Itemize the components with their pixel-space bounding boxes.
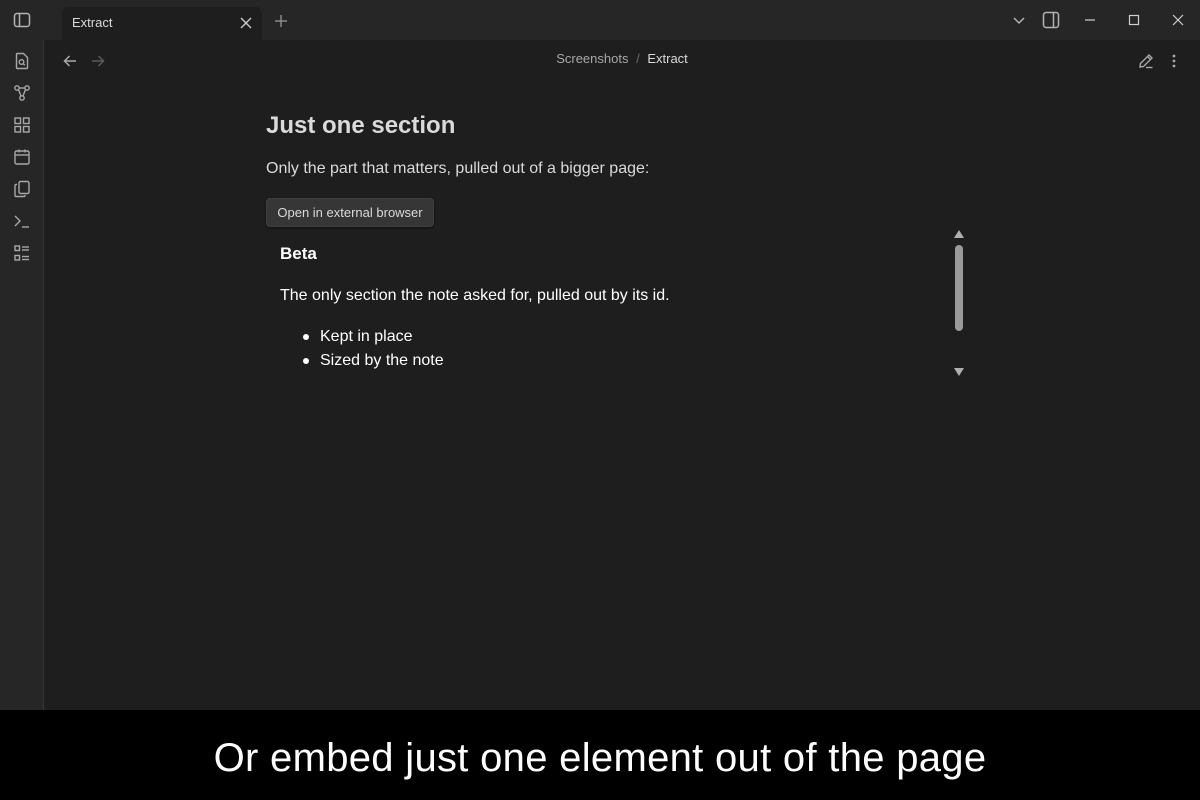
minimize-button[interactable]	[1078, 8, 1102, 32]
tab-close-button[interactable]	[238, 15, 254, 31]
caption-text: Or embed just one element out of the pag…	[213, 736, 987, 780]
blocks-icon	[14, 117, 30, 133]
scroll-down-arrow[interactable]	[954, 367, 964, 377]
triangle-down-icon	[954, 368, 964, 376]
sidebar-right-icon	[1042, 11, 1060, 29]
breadcrumb-separator: /	[636, 51, 640, 66]
more-vertical-icon	[1172, 54, 1176, 68]
ribbon-canvas[interactable]	[10, 113, 34, 137]
graph-icon	[14, 85, 30, 101]
tab-extract[interactable]: Extract	[62, 7, 262, 40]
list-item: Sized by the note	[280, 351, 444, 375]
embedded-element: Beta The only section the note asked for…	[266, 228, 966, 378]
ribbon	[0, 40, 44, 710]
ribbon-outline[interactable]	[10, 241, 34, 265]
ribbon-command-palette[interactable]	[10, 209, 34, 233]
note-pane: Screenshots / Extract Just one section O…	[44, 40, 1200, 710]
embed-scrollbar[interactable]	[952, 228, 966, 378]
right-sidebar-toggle-button[interactable]	[1039, 8, 1063, 32]
embed-paragraph: The only section the note asked for, pul…	[280, 287, 670, 304]
minimize-icon	[1085, 19, 1095, 21]
maximize-icon	[1128, 14, 1140, 26]
file-search-icon	[15, 52, 29, 70]
close-window-button[interactable]	[1166, 8, 1190, 32]
triangle-up-icon	[954, 230, 964, 238]
note-title: Just one section	[266, 112, 456, 139]
terminal-icon	[14, 215, 29, 228]
embed-list: Kept in place Sized by the note	[280, 327, 444, 375]
close-icon	[1172, 14, 1184, 26]
embed-heading: Beta	[280, 244, 317, 263]
chevron-down-icon	[1013, 17, 1025, 25]
breadcrumb: Screenshots / Extract	[44, 51, 1200, 66]
list-icon	[14, 245, 29, 261]
caption-strip: Or embed just one element out of the pag…	[0, 710, 1200, 800]
scroll-up-arrow[interactable]	[954, 229, 964, 239]
copy-icon	[14, 180, 30, 198]
sidebar-icon	[13, 12, 31, 28]
close-icon	[240, 17, 252, 29]
maximize-button[interactable]	[1122, 8, 1146, 32]
open-external-browser-button[interactable]: Open in external browser	[266, 198, 434, 227]
tab-list-button[interactable]	[1007, 8, 1031, 32]
ribbon-open-quick-switcher[interactable]	[10, 49, 34, 73]
edit-mode-button[interactable]	[1135, 50, 1157, 72]
list-item: Kept in place	[280, 327, 444, 351]
ribbon-templates[interactable]	[10, 177, 34, 201]
breadcrumb-folder[interactable]: Screenshots	[556, 51, 628, 66]
scroll-thumb[interactable]	[955, 245, 963, 331]
breadcrumb-current[interactable]: Extract	[647, 51, 687, 66]
plus-icon	[275, 15, 287, 27]
pencil-icon	[1139, 54, 1153, 69]
title-bar: Extract	[0, 0, 1200, 40]
more-options-button[interactable]	[1163, 50, 1185, 72]
calendar-icon	[14, 149, 30, 165]
ribbon-graph-view[interactable]	[10, 81, 34, 105]
ribbon-daily-note[interactable]	[10, 145, 34, 169]
note-intro-text: Only the part that matters, pulled out o…	[266, 160, 650, 177]
sidebar-toggle-button[interactable]	[6, 5, 38, 35]
tab-title: Extract	[72, 15, 113, 30]
new-tab-button[interactable]	[270, 10, 292, 32]
